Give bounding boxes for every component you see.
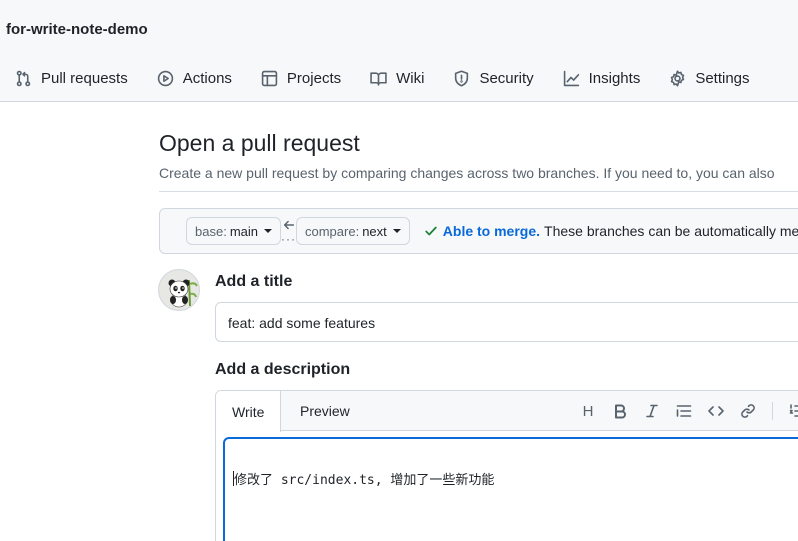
table-icon: [261, 70, 278, 86]
tab-security[interactable]: Security: [438, 60, 547, 96]
page-subtitle: Create a new pull request by comparing c…: [159, 165, 775, 181]
direction-indicator: ···: [281, 218, 296, 246]
ordered-list-button[interactable]: [781, 395, 798, 427]
heading-button[interactable]: H: [572, 395, 604, 427]
title-label: Add a title: [215, 273, 293, 290]
shield-icon: [455, 69, 469, 87]
chevron-down-icon: [392, 229, 401, 233]
check-icon: [425, 226, 437, 236]
ellipsis-icon: ···: [281, 232, 296, 246]
tab-actions[interactable]: Actions: [142, 60, 246, 96]
tab-pull-requests-label: Pull requests: [41, 69, 128, 87]
play-circle-icon: [157, 70, 173, 86]
markdown-toolbar: H: [572, 391, 798, 431]
branch-compare-bar: base: main ··· compare: next Able to mer…: [159, 208, 798, 254]
book-icon: [370, 71, 387, 86]
tab-pull-requests[interactable]: Pull requests: [0, 60, 142, 96]
tab-preview[interactable]: Preview: [284, 391, 366, 431]
base-branch-select[interactable]: base: main: [186, 217, 281, 245]
link-icon: [741, 404, 755, 418]
editor-header: Write Preview H: [216, 391, 798, 432]
tab-write[interactable]: Write: [216, 391, 282, 432]
tab-projects[interactable]: Projects: [246, 60, 355, 96]
title-input[interactable]: feat: add some features: [215, 302, 798, 342]
gear-icon: [671, 69, 685, 87]
code-icon: [708, 406, 724, 416]
merge-status-strong: Able to merge.: [442, 223, 541, 239]
italic-icon: [646, 404, 658, 418]
tab-insights-label: Insights: [588, 69, 641, 87]
pull-request-icon: [16, 70, 31, 86]
tab-projects-label: Projects: [286, 69, 342, 87]
divider: [159, 191, 798, 192]
chevron-down-icon: [264, 229, 272, 233]
bold-button[interactable]: [604, 395, 636, 427]
repo-name[interactable]: for-write-note-demo: [6, 21, 148, 38]
arrow-left-icon: [283, 220, 294, 230]
toolbar-divider: [772, 402, 773, 420]
tab-wiki[interactable]: Wiki: [355, 60, 438, 96]
description-label: Add a description: [215, 361, 351, 378]
base-branch-value: main: [229, 223, 258, 239]
repo-header: for-write-note-demo Pull requests Action…: [0, 0, 798, 102]
description-textarea[interactable]: 修改了 src/index.ts, 增加了一些新功能: [223, 437, 798, 541]
graph-icon: [563, 70, 579, 86]
avatar[interactable]: [158, 269, 200, 311]
description-text: 修改了 src/index.ts, 增加了一些新功能: [234, 473, 495, 488]
base-branch-prefix: base:: [195, 223, 227, 239]
link-button[interactable]: [732, 395, 764, 427]
italic-button[interactable]: [636, 395, 668, 427]
compare-branch-value: next: [362, 223, 387, 239]
page-title: Open a pull request: [159, 130, 360, 156]
ordered-list-icon: [789, 404, 798, 417]
merge-status: Able to merge. These branches can be aut…: [424, 223, 798, 239]
tab-security-label: Security: [479, 69, 534, 87]
panda-avatar-icon: [168, 279, 198, 308]
quote-icon: [676, 405, 692, 417]
repo-nav: Pull requests Actions Projects Wiki Secu…: [0, 60, 764, 96]
compare-branch-prefix: compare:: [305, 223, 360, 239]
tab-settings[interactable]: Settings: [654, 60, 763, 96]
bold-icon: [615, 404, 626, 419]
compare-branch-select[interactable]: compare: next: [296, 217, 410, 245]
merge-status-text: These branches can be automatically merg…: [544, 223, 798, 239]
quote-button[interactable]: [668, 395, 700, 427]
tab-settings-label: Settings: [695, 69, 750, 87]
tab-insights[interactable]: Insights: [548, 60, 655, 96]
tab-wiki-label: Wiki: [396, 69, 425, 87]
tab-actions-label: Actions: [182, 69, 232, 87]
code-button[interactable]: [700, 395, 732, 427]
heading-icon: H: [582, 402, 594, 420]
